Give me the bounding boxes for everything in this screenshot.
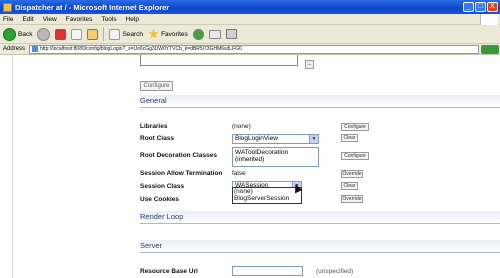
configure-button[interactable]: Configure (140, 81, 173, 91)
menu-bar: File Edit View Favorites Tools Help (0, 14, 500, 25)
menu-edit[interactable]: Edit (22, 16, 33, 23)
resource-base-url-input[interactable] (232, 266, 303, 276)
root-decoration-value: WAToolDecoration (inherited) (235, 149, 289, 163)
left-frame (0, 55, 13, 278)
address-input[interactable]: http://localhost:8080/config/blogLogin?_… (29, 44, 480, 54)
section-divider (140, 252, 500, 253)
favorites-label: Favorites (161, 30, 188, 38)
session-class-label: Session Class (140, 183, 185, 190)
back-button[interactable]: Back (3, 27, 33, 41)
session-allow-termination-override-button[interactable]: Override (341, 170, 363, 178)
ie-icon (3, 2, 12, 12)
go-button[interactable] (481, 44, 500, 54)
dropdown-option-none[interactable]: (none) (233, 188, 301, 195)
session-allow-termination-value: false (232, 170, 246, 177)
section-divider (140, 223, 500, 224)
section-server: Server (140, 241, 163, 250)
toolbar: Back Search Favorites (0, 25, 500, 44)
use-cookies-label: Use Cookies (140, 196, 180, 203)
favorites-button[interactable]: Favorites (148, 28, 188, 40)
text-field[interactable] (140, 55, 298, 66)
refresh-icon[interactable] (71, 28, 83, 40)
window-title: Dispatcher at / - Microsoft Internet Exp… (15, 2, 170, 12)
resource-base-url-note: (unspecified) (316, 268, 354, 275)
back-label: Back (18, 30, 33, 38)
resource-base-url-label: Resource Base Url (140, 268, 198, 275)
print-icon[interactable] (225, 29, 237, 39)
windows-logo-icon (480, 14, 498, 25)
history-icon[interactable] (192, 28, 204, 40)
address-bar: Address http://localhost:8080/config/blo… (0, 44, 500, 55)
mail-icon[interactable] (208, 29, 221, 39)
root-class-label: Root Class (140, 135, 174, 142)
session-allow-termination-label: Session Allow Termination (140, 170, 223, 177)
address-label: Address (3, 46, 26, 52)
root-decoration-textarea[interactable]: WAToolDecoration (inherited) (232, 147, 319, 167)
search-icon (109, 28, 121, 40)
minimize-button[interactable]: _ (463, 2, 474, 12)
menu-help[interactable]: Help (126, 16, 139, 23)
root-decoration-label: Root Decoration Classes (140, 152, 217, 159)
root-decoration-configure-button[interactable]: Configure (341, 152, 369, 160)
use-cookies-override-button[interactable]: Override (341, 195, 363, 203)
libraries-label: Libraries (140, 123, 168, 130)
server-section-band (140, 240, 500, 252)
favorites-star-icon (148, 28, 159, 39)
page-content: ... Configure General Libraries (none) C… (0, 55, 500, 278)
menu-view[interactable]: View (43, 16, 57, 23)
libraries-clear-button[interactable]: Clear (341, 134, 358, 142)
search-label: Search (122, 30, 144, 38)
root-class-value: BlogLoginView (235, 135, 278, 142)
forward-arrow-icon (37, 27, 51, 41)
libraries-value: (none) (232, 123, 251, 130)
dropdown-option-blog-server-session[interactable]: BlogServerSession (233, 195, 301, 202)
menu-tools[interactable]: Tools (101, 16, 116, 23)
menu-favorites[interactable]: Favorites (66, 16, 93, 23)
section-render-loop: Render Loop (140, 212, 184, 221)
search-button[interactable]: Search (109, 28, 144, 40)
section-general: General (140, 96, 167, 105)
menu-file[interactable]: File (3, 16, 13, 23)
render-loop-section-band (140, 211, 500, 223)
toolbar-separator (103, 27, 105, 41)
field-button[interactable]: ... (305, 60, 314, 69)
home-icon[interactable] (87, 28, 99, 40)
close-button[interactable]: X (487, 2, 498, 12)
window-controls: _ □ X (463, 2, 498, 12)
root-class-select[interactable]: BlogLoginView ▼ (232, 134, 319, 144)
forward-button[interactable] (37, 27, 51, 41)
chevron-down-icon: ▼ (309, 135, 318, 143)
maximize-button[interactable]: □ (475, 2, 486, 12)
address-url: http://localhost:8080/config/blogLogin?_… (40, 46, 242, 52)
section-divider (140, 107, 500, 108)
page-icon (32, 46, 39, 52)
title-bar: Dispatcher at / - Microsoft Internet Exp… (0, 0, 500, 14)
libraries-configure-button[interactable]: Configure (341, 123, 369, 131)
back-arrow-icon (3, 27, 16, 41)
general-section-band (140, 95, 500, 107)
session-class-clear-button[interactable]: Clear (341, 182, 358, 190)
session-class-dropdown: (none) BlogServerSession (232, 187, 302, 204)
stop-icon[interactable] (55, 28, 67, 40)
